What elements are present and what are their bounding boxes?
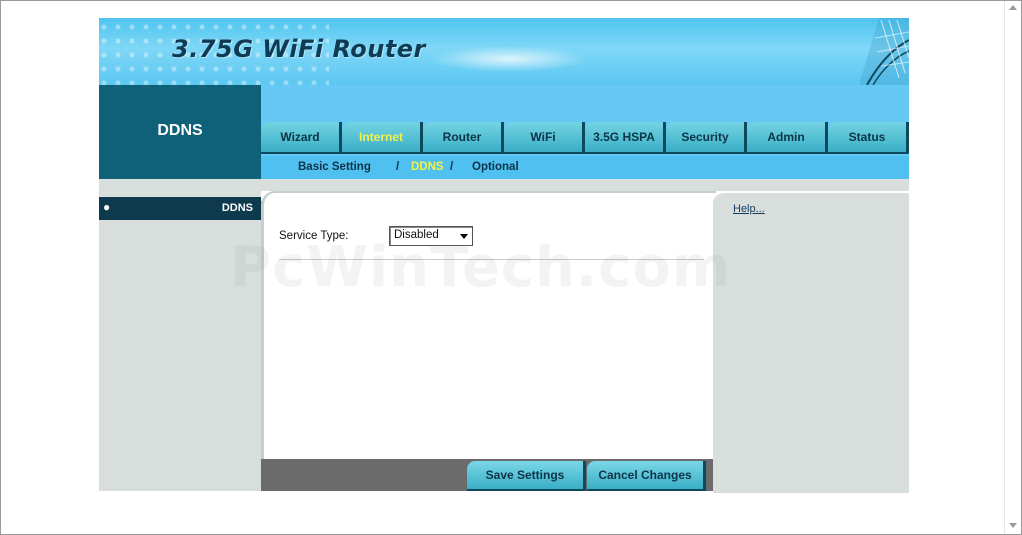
- scroll-down-arrow-icon[interactable]: [1009, 523, 1017, 528]
- scroll-up-arrow-icon[interactable]: [1009, 5, 1017, 10]
- banner-glow: [429, 46, 589, 72]
- satellite-dish-icon: [859, 18, 909, 85]
- tab-admin[interactable]: Admin: [747, 122, 828, 154]
- tab-wifi[interactable]: WiFi: [504, 122, 585, 154]
- tab-security[interactable]: Security: [666, 122, 747, 154]
- help-link[interactable]: Help...: [733, 203, 765, 215]
- subnav-separator: /: [396, 161, 400, 173]
- save-settings-button[interactable]: Save Settings: [467, 461, 586, 491]
- vertical-scrollbar[interactable]: [1004, 1, 1021, 534]
- subnav-basic-setting[interactable]: Basic Setting: [298, 161, 371, 173]
- watermark: PcWinTech.com: [230, 235, 732, 300]
- tab-internet[interactable]: Internet: [342, 122, 423, 154]
- tab-3-5g-hspa[interactable]: 3.5G HSPA: [585, 122, 666, 154]
- help-panel: Help...: [713, 191, 909, 493]
- tab-router[interactable]: Router: [423, 122, 504, 154]
- content-panel: Service Type: Disabled: [261, 191, 716, 461]
- sidebar-item-label: DDNS: [221, 202, 253, 214]
- bullet-icon: ●: [103, 200, 111, 214]
- header-separator: [99, 179, 909, 191]
- sub-navigation: Basic Setting / DDNS / Optional: [261, 156, 909, 179]
- top-navigation: Wizard Internet Router WiFi 3.5G HSPA Se…: [261, 85, 909, 179]
- cancel-changes-button[interactable]: Cancel Changes: [587, 461, 706, 491]
- subnav-ddns[interactable]: DDNS: [411, 161, 444, 173]
- banner-title: 3.75G WiFi Router: [172, 35, 426, 63]
- header-banner: 3.75G WiFi Router: [99, 18, 909, 85]
- page-title-panel: DDNS: [99, 85, 261, 179]
- subnav-separator: /: [450, 161, 454, 173]
- sidebar-item-ddns[interactable]: ● DDNS: [99, 197, 269, 220]
- subnav-optional[interactable]: Optional: [472, 161, 519, 173]
- action-bar: Save Settings Cancel Changes: [261, 459, 713, 491]
- tab-status[interactable]: Status: [828, 122, 909, 154]
- main-tabs: Wizard Internet Router WiFi 3.5G HSPA Se…: [261, 122, 909, 154]
- tab-wizard[interactable]: Wizard: [261, 122, 342, 154]
- page-title: DDNS: [157, 122, 203, 139]
